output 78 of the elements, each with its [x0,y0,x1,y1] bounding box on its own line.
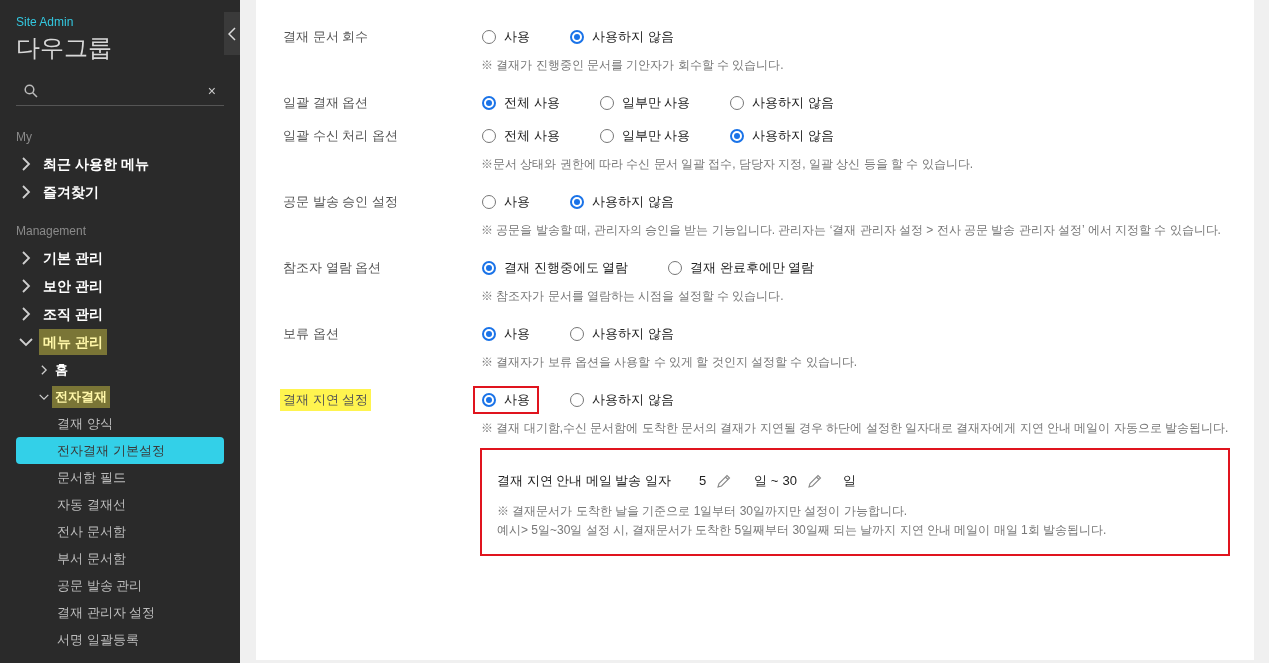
day-value: 30 [782,472,797,491]
radio-button[interactable] [482,327,496,341]
sidebar-item[interactable]: 문서함 필드 [16,464,224,491]
chevron-right-icon[interactable] [19,185,33,199]
setting-label: 참조자 열람 옵션 [282,259,383,277]
hint-text: ※문서 상태와 권한에 따라 수신 문서 일괄 접수, 담당자 지정, 일괄 상신 등을 할 수 있습니다. [481,156,974,172]
radio-option[interactable]: 사용하지 않음 [721,122,843,150]
chevron-right-icon[interactable] [19,157,33,171]
hint-text: ※ 공문을 발송할 때, 관리자의 승인을 받는 기능입니다. 관리자는 ‘결재 관리자 설정 > 전사 공문 발송 관리자 설정’ 에서 지정할 수 있습니다. [481,222,1222,238]
setting-label: 결재 문서 회수 [282,28,370,46]
setting-label: 결재 지연 설정 [280,389,372,411]
search-field[interactable]: × [16,77,224,106]
sidebar-item[interactable]: 전사 문서함 [16,518,224,545]
pencil-icon[interactable] [806,473,823,489]
sidebar-item[interactable]: 전자결재 기본설정 [16,437,224,464]
chevron-right-icon[interactable] [19,307,33,321]
pencil-icon[interactable] [716,473,733,489]
radio-button[interactable] [482,96,496,110]
radio-option[interactable]: 사용하지 않음 [721,89,843,117]
sidebar-item[interactable]: 보안 관리 [39,273,107,299]
radio-option[interactable]: 사용 [473,188,539,216]
sidebar-item[interactable]: 자동 결재선 [16,491,224,518]
site-title: 다우그룹 [16,33,113,63]
hint-text: ※ 결재자가 보류 옵션을 사용할 수 있게 할 것인지 설정할 수 있습니다. [481,354,858,370]
hint-text: ※ 참조자가 문서를 열람하는 시점을 설정할 수 있습니다. [481,288,785,304]
radio-option[interactable]: 사용하지 않음 [561,188,683,216]
radio-option[interactable]: 결재 진행중에도 열람 [473,254,638,282]
sidebar-item[interactable]: 조직 관리 [39,301,107,327]
chevron-left-icon [228,26,236,41]
section-heading: My [16,129,33,145]
setting-label: 일괄 결재 옵션 [282,94,370,112]
setting-label: 일괄 수신 처리 옵션 [282,127,399,145]
radio-button[interactable] [570,195,584,209]
radio-option[interactable]: 사용 [473,386,539,414]
setting-label: 보류 옵션 [282,325,340,343]
radio-option[interactable]: 전체 사용 [473,89,569,117]
day-value: 5 [699,472,707,491]
radio-option[interactable]: 일부만 사용 [590,89,700,117]
sidebar-item[interactable]: 홈 [52,358,71,381]
sidebar-item[interactable]: 최근 사용한 메뉴 [39,151,153,177]
radio-option[interactable]: 사용하지 않음 [561,23,683,51]
sidebar-item[interactable]: 전자결재 [52,385,110,408]
radio-button[interactable] [482,261,496,275]
hint-text: ※ 결재 대기함,수신 문서함에 도착한 문서의 결재가 지연될 경우 하단에 설정한 일자대로 결재자에게 지연 안내 메일이 자동으로 발송됩니다. [481,420,1230,436]
sidebar-item[interactable]: 결재 관리자 설정 [16,599,224,626]
chevron-right-icon[interactable] [19,279,33,293]
unit-label: 일 ~ [754,472,779,491]
sidebar-item[interactable]: 즐겨찾기 [39,179,103,205]
collapse-button[interactable] [224,12,240,55]
radio-button[interactable] [482,393,496,407]
sidebar-item[interactable]: 부서 문서함 [16,545,224,572]
radio-option[interactable]: 전체 사용 [473,122,569,150]
radio-button[interactable] [570,30,584,44]
sidebar-item[interactable]: 서명 일괄등록 [16,626,224,653]
radio-button[interactable] [730,129,745,143]
section-heading: Management [16,223,88,239]
setting-label: 공문 발송 승인 설정 [282,193,399,211]
radio-option[interactable]: 사용하지 않음 [561,386,683,414]
detail-label: 결재 지연 안내 메일 발송 일자 [497,472,673,491]
site-subtitle: Site Admin [16,14,75,30]
radio-option[interactable]: 사용 [473,23,539,51]
search-icon [24,84,38,98]
clear-button[interactable]: × [207,83,216,99]
sidebar-item[interactable]: 메뉴 관리 [39,329,107,355]
unit-label: 일 [842,472,856,491]
radio-option[interactable]: 결재 완료후에만 열람 [659,254,824,282]
sidebar-item[interactable]: 결재 양식 [16,410,224,437]
radio-option[interactable]: 사용 [473,320,539,348]
chevron-right-icon[interactable] [19,251,33,265]
sidebar-item[interactable]: 기본 관리 [39,245,107,271]
note-text: 예시> 5일~30일 설정 시, 결재문서가 도착한 5일째부터 30일째 되는 날까지 지연 안내 메일이 매일 1회 발송됩니다. [497,522,1108,539]
sidebar-item[interactable]: 공문 발송 관리 [16,572,224,599]
chevron-right-icon[interactable] [39,364,49,375]
hint-text: ※ 결재가 진행중인 문서를 기안자가 회수할 수 있습니다. [481,57,785,73]
chevron-down-icon[interactable] [19,335,33,349]
radio-option[interactable]: 일부만 사용 [590,122,700,150]
note-text: ※ 결재문서가 도착한 날을 기준으로 1일부터 30일까지만 설정이 가능합니다. [497,503,909,520]
radio-option[interactable]: 사용하지 않음 [561,320,683,348]
